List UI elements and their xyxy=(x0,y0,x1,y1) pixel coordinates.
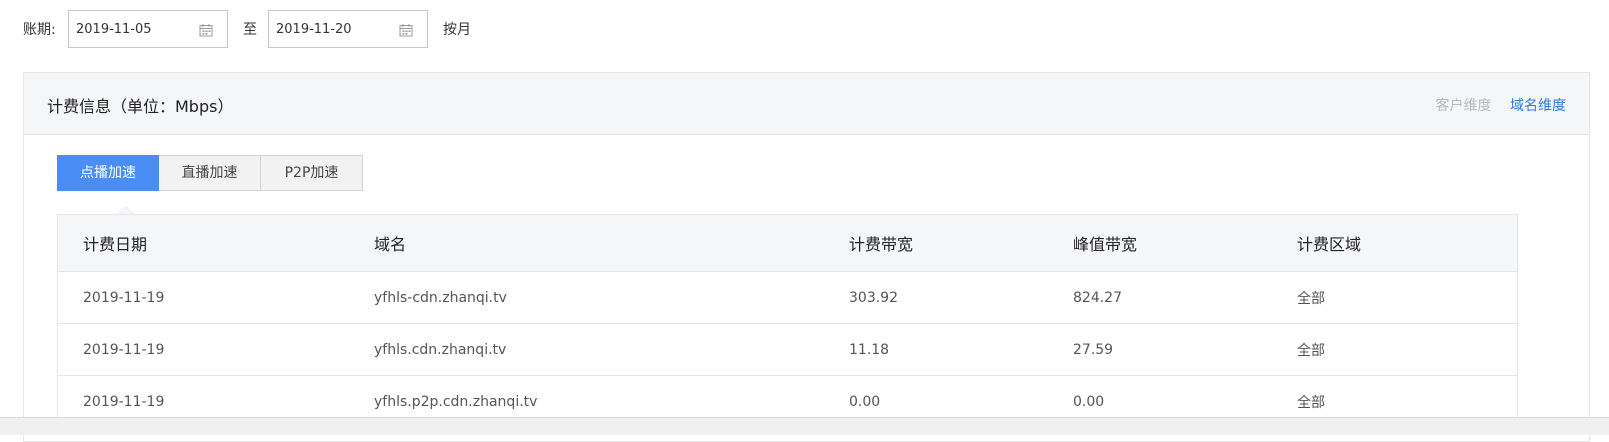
domain-cell: yfhls-cdn.zhanqi.tv xyxy=(374,289,507,306)
domain-dimension-link[interactable]: 域名维度 xyxy=(1510,98,1566,114)
date-range-separator: 至 xyxy=(243,22,257,38)
calendar-icon[interactable] xyxy=(399,23,413,37)
peak-bandwidth-cell: 824.27 xyxy=(1073,289,1122,306)
billing-period-label: 账期: xyxy=(23,22,56,38)
start-date-value: 2019-11-05 xyxy=(76,22,152,37)
billing-region-cell: 全部 xyxy=(1297,342,1325,359)
column-header-domain: 域名 xyxy=(374,235,407,254)
panel-title: 计费信息（单位：Mbps） xyxy=(47,97,234,116)
billing-info-panel: 计费信息（单位：Mbps） 客户维度 域名维度 点播加速 直播加速 P2P加速 … xyxy=(23,72,1590,442)
billing-table: 计费日期 域名 计费带宽 峰值带宽 计费区域 2019-11-19 yfhls-… xyxy=(57,214,1518,428)
end-date-value: 2019-11-20 xyxy=(276,22,352,37)
billing-date-cell: 2019-11-19 xyxy=(83,289,165,306)
horizontal-scrollbar[interactable] xyxy=(0,417,1609,435)
end-date-input[interactable]: 2019-11-20 xyxy=(268,10,428,48)
dimension-switch: 客户维度 域名维度 xyxy=(1422,95,1566,115)
column-header-billing-region: 计费区域 xyxy=(1297,235,1362,254)
table-row: 2019-11-19 yfhls.cdn.zhanqi.tv 11.18 27.… xyxy=(58,324,1517,376)
billing-period-filter: 账期: 2019-11-05 至 2019-11-20 按月 xyxy=(0,0,1609,58)
panel-header: 计费信息（单位：Mbps） 客户维度 域名维度 xyxy=(24,73,1589,135)
start-date-input[interactable]: 2019-11-05 xyxy=(68,10,228,48)
peak-bandwidth-cell: 27.59 xyxy=(1073,341,1114,358)
calendar-icon[interactable] xyxy=(199,23,213,37)
table-row: 2019-11-19 yfhls-cdn.zhanqi.tv 303.92 82… xyxy=(58,272,1517,324)
table-header-row: 计费日期 域名 计费带宽 峰值带宽 计费区域 xyxy=(58,215,1517,272)
billing-date-cell: 2019-11-19 xyxy=(83,341,165,358)
billing-region-cell: 全部 xyxy=(1297,290,1325,307)
tab-p2p-acceleration[interactable]: P2P加速 xyxy=(261,155,363,191)
column-header-billing-date: 计费日期 xyxy=(83,235,148,254)
billing-bandwidth-cell: 11.18 xyxy=(849,341,890,358)
column-header-billing-bandwidth: 计费带宽 xyxy=(849,235,914,254)
column-header-peak-bandwidth: 峰值带宽 xyxy=(1073,235,1138,254)
acceleration-tabs: 点播加速 直播加速 P2P加速 xyxy=(57,155,363,191)
billing-bandwidth-cell: 303.92 xyxy=(849,289,898,306)
customer-dimension-link[interactable]: 客户维度 xyxy=(1436,98,1492,114)
tab-live-acceleration[interactable]: 直播加速 xyxy=(159,155,261,191)
tab-vod-acceleration[interactable]: 点播加速 xyxy=(57,155,159,191)
by-month-button[interactable]: 按月 xyxy=(443,19,471,39)
domain-cell: yfhls.cdn.zhanqi.tv xyxy=(374,341,507,358)
